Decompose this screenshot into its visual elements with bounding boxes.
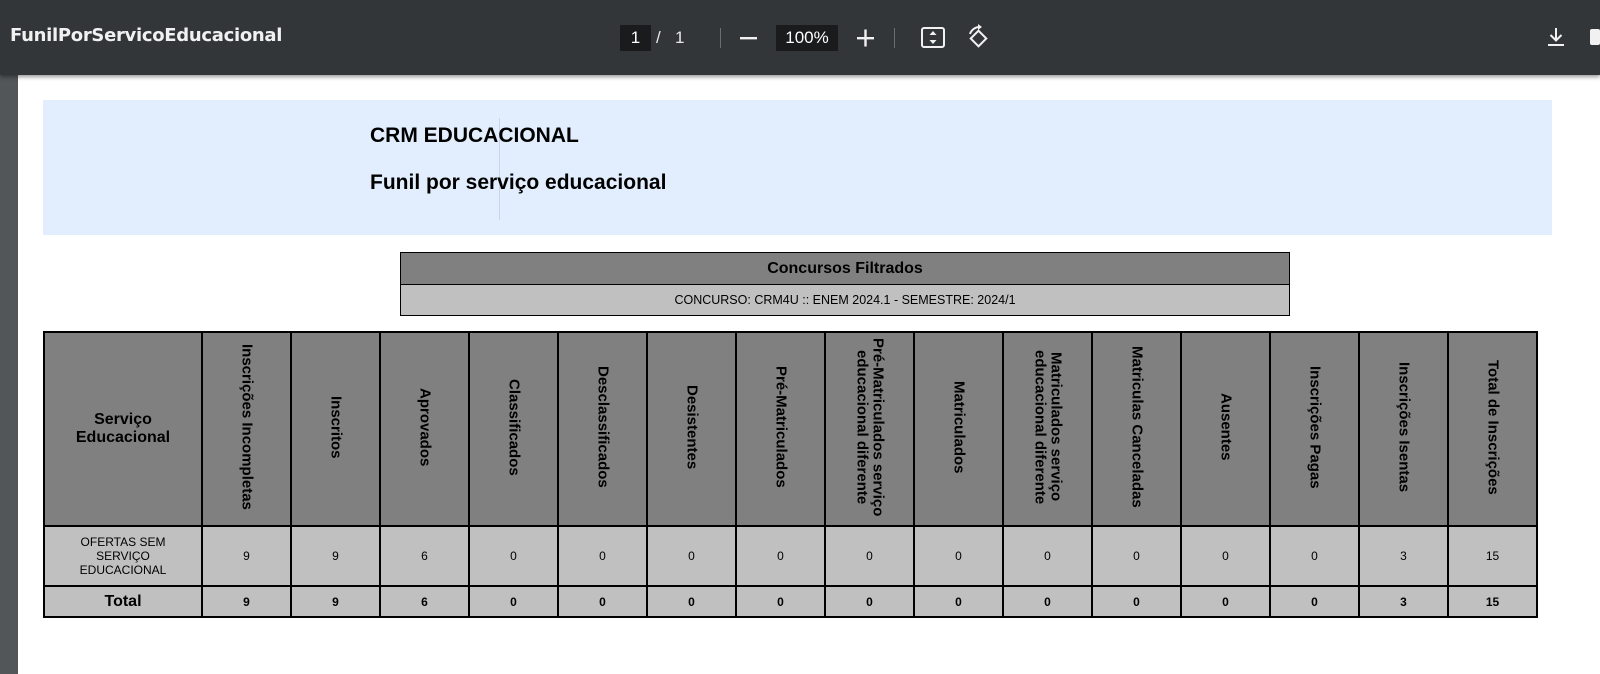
total-cell: 0 [1091,585,1182,618]
column-header: Inscrições Isentas [1358,331,1449,527]
column-header: Desclassificados [557,331,648,527]
zoom-input[interactable]: 100% [776,25,838,51]
column-header: Ausentes [1180,331,1271,527]
total-cell: 3 [1358,585,1449,618]
total-cell: 0 [468,585,559,618]
table-cell: 0 [1002,525,1093,587]
column-header: Matriculados [913,331,1004,527]
total-cell: 6 [379,585,470,618]
toolbar-divider [894,28,895,48]
table-cell: 3 [1358,525,1449,587]
funnel-table: Serviço Educacional Inscrições Incomplet… [43,331,1538,618]
row-label: OFERTAS SEM SERVIÇO EDUCACIONAL [43,525,203,587]
rotate-icon [969,24,988,48]
column-header: Total de Inscrições [1447,331,1538,527]
fit-page-button[interactable] [920,25,946,56]
toolbar-divider [720,28,721,48]
total-label: Total [43,585,203,618]
total-cell: 9 [201,585,292,618]
total-cell: 0 [1269,585,1360,618]
table-cell: 6 [379,525,470,587]
table-cell: 0 [1091,525,1182,587]
table-cell: 9 [290,525,381,587]
zoom-out-button[interactable] [738,26,760,55]
zoom-in-button[interactable] [855,26,877,55]
table-cell: 0 [1180,525,1271,587]
column-header: Classificados [468,331,559,527]
column-header: Pré-Matriculados [735,331,826,527]
page-number-input[interactable]: 1 [620,25,651,51]
table-cell: 0 [646,525,737,587]
table-cell: 0 [1269,525,1360,587]
plus-icon [857,29,874,47]
page-total: 1 [675,28,685,47]
total-cell: 0 [1002,585,1093,618]
rotate-button[interactable] [964,24,992,57]
total-cell: 15 [1447,585,1538,618]
report-header-banner: CRM EDUCACIONAL Funil por serviço educac… [43,100,1552,235]
print-button[interactable] [1588,25,1600,54]
column-header: Matriculas Canceladas [1091,331,1182,527]
header-row: Serviço Educacional Inscrições Incomplet… [43,331,1538,527]
total-cell: 0 [913,585,1004,618]
column-header-servico: Serviço Educacional [43,331,203,527]
total-cell: 0 [646,585,737,618]
column-header: Pré-Matriculados serviço educacional dif… [824,331,915,527]
minus-icon [740,37,757,40]
total-cell: 0 [824,585,915,618]
table-row: OFERTAS SEM SERVIÇO EDUCACIONAL 9 9 6 0 … [43,525,1538,587]
column-header: Inscritos [290,331,381,527]
download-icon [1548,28,1564,46]
pdf-toolbar: FunilPorServicoEducacional 1 / 1 100% [0,0,1600,75]
fit-to-page-icon [921,27,945,48]
viewer-margin [0,75,18,674]
table-cell: 0 [913,525,1004,587]
table-cell: 9 [201,525,292,587]
column-header: Inscrições Pagas [1269,331,1360,527]
column-header: Desistentes [646,331,737,527]
report-title: CRM EDUCACIONAL [370,124,579,147]
filters-table: Concursos Filtrados CONCURSO: CRM4U :: E… [400,252,1290,316]
download-button[interactable] [1544,25,1568,54]
print-icon [1590,29,1600,45]
table-cell: 0 [735,525,826,587]
page-separator: / [656,28,661,47]
table-cell: 0 [468,525,559,587]
table-cell: 0 [824,525,915,587]
total-cell: 0 [557,585,648,618]
column-header: Inscrições Incompletas [201,331,292,527]
document-title: FunilPorServicoEducacional [10,25,283,46]
total-cell: 0 [1180,585,1271,618]
pdf-page: CRM EDUCACIONAL Funil por serviço educac… [18,75,1600,674]
column-header: Aprovados [379,331,470,527]
filter-value: CONCURSO: CRM4U :: ENEM 2024.1 - SEMESTR… [400,284,1290,316]
report-subtitle: Funil por serviço educacional [370,171,667,194]
table-cell: 0 [557,525,648,587]
table-cell: 15 [1447,525,1538,587]
total-row: Total 9 9 6 0 0 0 0 0 0 0 0 0 0 3 15 [43,585,1538,618]
column-header: Matriculados serviço educacional diferen… [1002,331,1093,527]
total-cell: 9 [290,585,381,618]
filters-header: Concursos Filtrados [400,252,1290,285]
total-cell: 0 [735,585,826,618]
